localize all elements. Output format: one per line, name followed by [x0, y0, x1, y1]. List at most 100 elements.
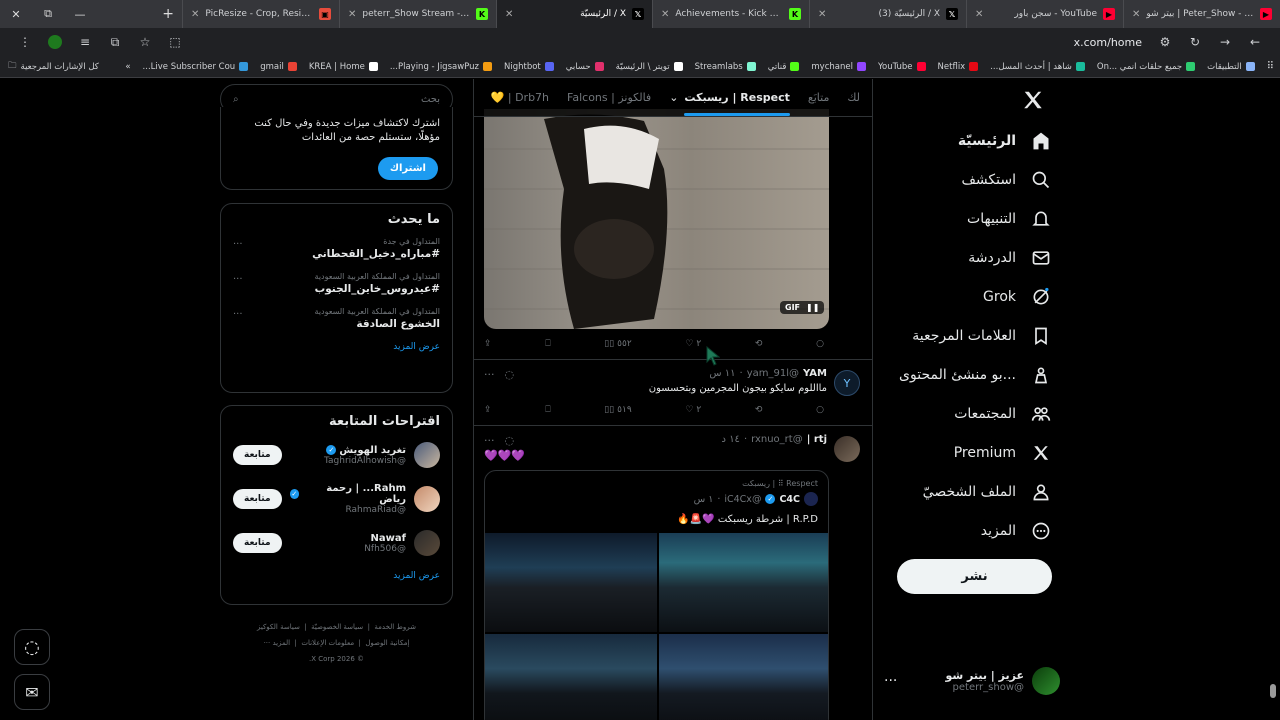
more-icon[interactable]: ··· [233, 309, 243, 320]
bookmark-action-icon[interactable]: ⎕ [545, 405, 550, 415]
footer-link[interactable]: المزيد ··· [264, 639, 291, 647]
nav-item[interactable]: المزيد [872, 511, 1052, 550]
trend-item[interactable]: المتداول في المملكة العربية السعودية الخش… [221, 301, 452, 336]
tweet2-author[interactable]: YAM [803, 368, 827, 379]
quote-image-4[interactable] [485, 634, 657, 720]
tweet2-time[interactable]: ١١ س [709, 368, 735, 379]
quote-image-1[interactable] [658, 533, 828, 632]
quote-community[interactable]: ⠿ Respect | ريسبكت [485, 471, 828, 490]
nav-item[interactable]: الرئيسيّة [872, 121, 1052, 160]
browser-tab[interactable]: ▶ سجن باور - YouTube ✕ [966, 0, 1123, 28]
post-button[interactable]: نشر [897, 559, 1052, 594]
all-bookmarks[interactable]: كل الإشارات المرجعية 🗀 [0, 60, 99, 74]
grok-icon[interactable]: ◌ [505, 368, 515, 381]
quoted-tweet[interactable]: ⠿ Respect | ريسبكت C4C ✓ @iC4Cx · ١ س R.… [484, 470, 829, 720]
follow-button[interactable]: متابعة [233, 533, 282, 553]
tweet2-avatar[interactable]: Y [834, 370, 860, 396]
nav-item[interactable]: Grok [872, 277, 1052, 316]
browser-tab[interactable]: ▶ بيتر شو | Peter_Show - YouTube ✕ [1123, 0, 1280, 28]
tweet3-avatar[interactable] [834, 436, 860, 462]
account-more-icon[interactable]: ··· [884, 673, 897, 689]
follow-suggestion[interactable]: تغريد الهويش ✓ @TaghridAlhowish متابعة [221, 433, 452, 477]
bookmark-item[interactable]: Playing - JigsawPuz... [390, 62, 492, 72]
repost-icon[interactable]: ⟲ [755, 405, 763, 415]
grok-icon[interactable]: ◌ [505, 434, 515, 447]
close-tab-icon[interactable]: ✕ [661, 9, 669, 20]
trend-item[interactable]: المتداول في جدة #مباراه_دخيل_القحطاني ··· [221, 231, 452, 266]
more-icon[interactable]: ··· [233, 239, 243, 250]
bookmark-item[interactable]: شاهد | أحدث المسل... [990, 62, 1085, 72]
close-tab-icon[interactable]: ✕ [348, 9, 356, 20]
more-icon[interactable]: ··· [484, 434, 495, 447]
close-tab-icon[interactable]: ✕ [505, 9, 513, 20]
nav-item[interactable]: استكشف [872, 160, 1052, 199]
more-icon[interactable]: ··· [484, 368, 495, 381]
extension-avatar-icon[interactable] [46, 33, 64, 51]
bookmark-item[interactable]: mychanel [811, 62, 866, 72]
footer-link[interactable]: سياسة الخصوصيّة [311, 623, 363, 631]
nav-item[interactable]: الملف الشخصيّ [872, 472, 1052, 511]
views-count[interactable]: ▯▯ ٥١٩ [604, 405, 631, 415]
quote-image-3[interactable] [658, 634, 828, 720]
bookmark-item[interactable]: جميع حلقات انمي ...On [1097, 62, 1196, 72]
tweet3-handle[interactable]: @rxnuo_rt [751, 434, 803, 445]
timeline-tab[interactable]: لك [847, 91, 860, 104]
bookmark-item[interactable]: Netflix [938, 62, 979, 72]
tweet2-handle[interactable]: @yam_91l [747, 368, 799, 379]
timeline-tab[interactable]: فالكونز | Falcons [567, 91, 651, 104]
like-button[interactable]: ♡ ٢ [685, 405, 701, 415]
close-tab-icon[interactable]: ✕ [975, 9, 983, 20]
browser-tab[interactable]: 𝕏 الرئيسيّة / X ✕ [496, 0, 652, 28]
browser-tab[interactable]: ▣ PicResize - Crop, Resize, Edit in ✕ [182, 0, 339, 28]
follow-button[interactable]: متابعة [233, 489, 282, 509]
subscribe-button[interactable]: اشتراك [377, 157, 438, 180]
bookmark-item[interactable]: التطبيقات [1207, 62, 1255, 72]
trends-show-more[interactable]: عرض المزيد [221, 336, 452, 364]
bookmark-item[interactable]: KREA | Home [309, 62, 378, 72]
bookmarks-overflow-icon[interactable]: » [125, 62, 130, 72]
page-scrollbar[interactable] [1270, 84, 1276, 718]
more-icon[interactable]: ··· [233, 274, 243, 285]
close-tab-icon[interactable]: ✕ [1132, 9, 1140, 20]
close-window-icon[interactable]: ✕ [0, 8, 32, 21]
follow-suggestion[interactable]: Nawaf @Nfh506 متابعة [221, 521, 452, 565]
share-icon[interactable]: ⇪ [484, 339, 492, 349]
like-button[interactable]: ♡ ٢ [685, 339, 701, 349]
bookmark-star-icon[interactable]: ☆ [136, 33, 154, 51]
browser-tab[interactable]: 𝕏 (3) الرئيسيّة / X ✕ [809, 0, 966, 28]
tweet3-time[interactable]: ١٤ د [722, 434, 740, 445]
grok-float-button[interactable]: ◌ [14, 629, 50, 665]
reload-icon[interactable]: ↻ [1186, 33, 1204, 51]
chevron-down-icon[interactable]: ⌄ [669, 91, 678, 104]
bookmark-item[interactable]: YouTube [878, 62, 926, 72]
browser-tab[interactable]: K Achievements - Kick Dashboard ✕ [652, 0, 809, 28]
footer-link[interactable]: إمكانية الوصول [365, 639, 409, 647]
timeline-tab[interactable]: Respect | ريسبكت [684, 91, 791, 116]
quote-image-2[interactable] [485, 533, 657, 632]
reply-icon[interactable]: ○ [816, 405, 824, 415]
bookmark-action-icon[interactable]: ⎕ [545, 339, 550, 349]
bookmark-item[interactable]: Streamlabs [695, 62, 756, 72]
queue-icon[interactable]: ≡ [76, 33, 94, 51]
nav-item[interactable]: التنبيهات [872, 199, 1052, 238]
extensions-icon[interactable]: ⧉ [106, 33, 124, 51]
pause-icon[interactable]: ❚❚ [806, 303, 819, 312]
footer-link[interactable]: معلومات الإعلانات [301, 639, 354, 647]
install-app-icon[interactable]: ⬚ [166, 33, 184, 51]
trend-item[interactable]: المتداول في المملكة العربية السعودية #عيد… [221, 266, 452, 301]
scrollbar-thumb[interactable] [1270, 684, 1276, 698]
messages-float-button[interactable]: ✉ [14, 674, 50, 710]
share-icon[interactable]: ⇪ [484, 405, 492, 415]
nav-item[interactable]: Premium [872, 433, 1052, 472]
repost-icon[interactable]: ⟲ [755, 339, 763, 349]
apps-bookmark[interactable]: ⠿ [1267, 61, 1274, 72]
footer-link[interactable]: سياسة الكوكيز [257, 623, 300, 631]
bookmark-item[interactable]: تويتر \ الرئيسيّة [616, 62, 683, 72]
tweet-gif-media[interactable]: GIF ❚❚ [484, 109, 829, 329]
back-icon[interactable]: ← [1246, 33, 1264, 51]
timeline-tab[interactable]: متابَع [808, 91, 829, 104]
nav-item[interactable]: ...بو منشئ المحتوى [872, 355, 1052, 394]
nav-item[interactable]: العلامات المرجعية [872, 316, 1052, 355]
forward-icon[interactable]: → [1216, 33, 1234, 51]
url-field[interactable]: x.com/home [190, 32, 1150, 52]
